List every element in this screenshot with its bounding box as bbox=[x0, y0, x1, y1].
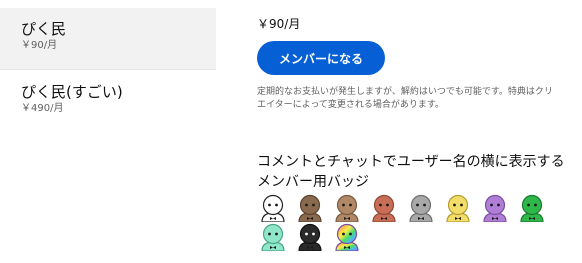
badge-row bbox=[257, 194, 557, 222]
tier-name: ぴく民 bbox=[21, 20, 67, 38]
billing-notice: 定期的なお支払いが発生しますが、解約はいつでも可能です。特典はクリエイターによっ… bbox=[257, 87, 553, 110]
selected-price: ￥90/月 bbox=[257, 17, 301, 31]
white-face-badge-icon bbox=[257, 194, 289, 222]
brown-face-badge-icon bbox=[294, 194, 326, 222]
tier-price: ￥490/月 bbox=[21, 103, 64, 114]
tan-face-badge-icon bbox=[331, 194, 363, 222]
badge-grid bbox=[257, 194, 557, 252]
rainbow-face-badge-icon bbox=[331, 223, 363, 251]
tier-list: ぴく民 ￥90/月 ぴく民(すごい) ￥490/月 bbox=[0, 8, 216, 130]
black-face-badge-icon bbox=[294, 223, 326, 251]
tier-item-premium[interactable]: ぴく民(すごい) ￥490/月 bbox=[0, 70, 216, 130]
tier-item-basic[interactable]: ぴく民 ￥90/月 bbox=[0, 8, 216, 69]
gray-face-badge-icon bbox=[405, 194, 437, 222]
green-face-badge-icon bbox=[516, 194, 548, 222]
mint-face-badge-icon bbox=[257, 223, 289, 251]
badge-heading: コメントとチャットでユーザー名の横に表示するメンバー用バッジ bbox=[257, 154, 565, 190]
join-membership-button[interactable]: メンバーになる bbox=[257, 41, 385, 75]
membership-dialog: ぴく民 ￥90/月 ぴく民(すごい) ￥490/月 ￥90/月 メンバーになる … bbox=[0, 0, 582, 263]
purple-face-badge-icon bbox=[479, 194, 511, 222]
yellow-face-badge-icon bbox=[442, 194, 474, 222]
tier-price: ￥90/月 bbox=[21, 40, 58, 51]
badge-row bbox=[257, 223, 557, 251]
tier-name: ぴく民(すごい) bbox=[21, 83, 123, 101]
copper-face-badge-icon bbox=[368, 194, 400, 222]
